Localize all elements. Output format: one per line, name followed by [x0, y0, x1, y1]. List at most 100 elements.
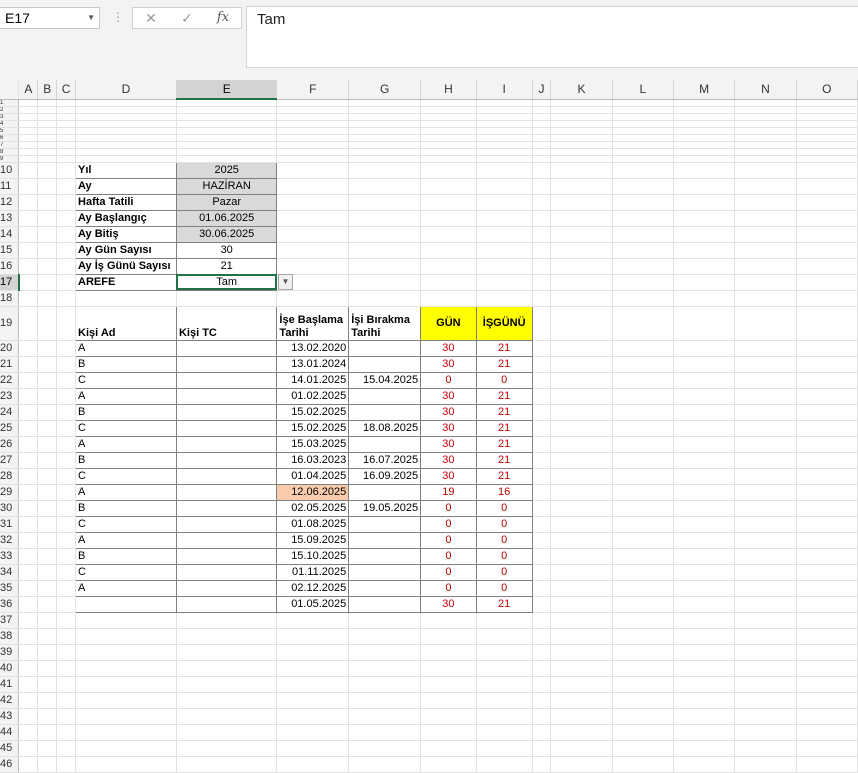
cell-n23[interactable] [734, 388, 797, 405]
tc-cell[interactable] [175, 595, 278, 613]
param-label[interactable]: Hafta Tatili [75, 193, 177, 211]
cell-f10[interactable] [276, 162, 350, 179]
cell-n31[interactable] [734, 516, 797, 533]
cell-e3[interactable] [176, 113, 278, 121]
cell-k39[interactable] [550, 644, 613, 661]
row-header-7[interactable]: 7 [0, 141, 20, 149]
cell-i37[interactable] [476, 612, 533, 629]
cell-c13[interactable] [56, 210, 77, 227]
cell-b12[interactable] [37, 194, 58, 211]
cell-b1[interactable] [37, 99, 58, 107]
row-header-3[interactable]: 3 [0, 113, 20, 121]
cell-a6[interactable] [18, 134, 39, 142]
cell-b2[interactable] [37, 106, 58, 114]
cell-d8[interactable] [75, 148, 177, 156]
column-header-g[interactable]: G [348, 80, 422, 100]
workdays-cell[interactable]: 21 [475, 435, 533, 453]
cell-b46[interactable] [37, 756, 58, 773]
cell-j6[interactable] [532, 134, 552, 142]
cell-a5[interactable] [18, 127, 39, 135]
tc-cell[interactable] [175, 467, 278, 485]
cell-a42[interactable] [18, 692, 39, 709]
name-cell[interactable]: B [75, 355, 177, 373]
cell-o36[interactable] [796, 596, 858, 613]
cell-l19[interactable] [612, 306, 674, 341]
cell-a33[interactable] [18, 548, 39, 565]
cell-c6[interactable] [56, 134, 77, 142]
cell-b7[interactable] [37, 141, 58, 149]
cell-o34[interactable] [796, 564, 858, 581]
cell-c28[interactable] [56, 468, 77, 485]
cell-k4[interactable] [550, 120, 613, 128]
cell-k3[interactable] [550, 113, 613, 121]
workdays-cell[interactable]: 0 [475, 563, 533, 581]
cell-n6[interactable] [734, 134, 797, 142]
cell-m45[interactable] [673, 740, 736, 757]
cell-f45[interactable] [276, 740, 350, 757]
cell-j44[interactable] [532, 724, 552, 741]
workdays-cell[interactable]: 21 [475, 403, 533, 421]
cell-i3[interactable] [476, 113, 533, 121]
days-cell[interactable]: 30 [420, 419, 477, 437]
param-value[interactable]: 21 [175, 257, 278, 275]
cell-n44[interactable] [734, 724, 797, 741]
cell-l45[interactable] [612, 740, 674, 757]
param-value[interactable]: 2025 [175, 161, 278, 179]
cell-a7[interactable] [18, 141, 39, 149]
cell-l31[interactable] [612, 516, 674, 533]
row-header-8[interactable]: 8 [0, 148, 20, 156]
cell-d41[interactable] [75, 676, 177, 693]
cell-h38[interactable] [420, 628, 477, 645]
cell-i45[interactable] [476, 740, 533, 757]
cell-h5[interactable] [420, 127, 477, 135]
cell-b3[interactable] [37, 113, 58, 121]
cell-g11[interactable] [348, 178, 422, 195]
cell-l11[interactable] [612, 178, 674, 195]
cell-l10[interactable] [612, 162, 674, 179]
insert-function-icon[interactable]: fx [213, 10, 233, 25]
cell-i2[interactable] [476, 106, 533, 114]
cell-b29[interactable] [37, 484, 58, 501]
cell-k35[interactable] [550, 580, 613, 597]
cell-c7[interactable] [56, 141, 77, 149]
cell-j39[interactable] [532, 644, 552, 661]
cell-n34[interactable] [734, 564, 797, 581]
header-kisi-tc[interactable]: Kişi TC [175, 305, 278, 341]
cell-e5[interactable] [176, 127, 278, 135]
cell-o3[interactable] [796, 113, 858, 121]
cell-o22[interactable] [796, 372, 858, 389]
name-cell[interactable] [75, 595, 177, 613]
cell-a10[interactable] [18, 162, 39, 179]
cell-c15[interactable] [56, 242, 77, 259]
cell-i6[interactable] [476, 134, 533, 142]
cell-k43[interactable] [550, 708, 613, 725]
cell-g43[interactable] [348, 708, 422, 725]
cell-o26[interactable] [796, 436, 858, 453]
cell-e39[interactable] [176, 644, 278, 661]
cell-m18[interactable] [673, 290, 736, 307]
cell-g44[interactable] [348, 724, 422, 741]
cell-j31[interactable] [532, 516, 552, 533]
param-value[interactable]: Pazar [175, 193, 278, 211]
cancel-icon[interactable]: ✕ [141, 10, 161, 27]
cell-f4[interactable] [276, 120, 350, 128]
cell-b45[interactable] [37, 740, 58, 757]
formula-input[interactable]: Tam [246, 6, 858, 68]
row-header-1[interactable]: 1 [0, 99, 20, 107]
cell-g9[interactable] [348, 155, 422, 163]
cell-e7[interactable] [176, 141, 278, 149]
tc-cell[interactable] [175, 563, 278, 581]
cell-c42[interactable] [56, 692, 77, 709]
cell-c30[interactable] [56, 500, 77, 517]
cell-k14[interactable] [550, 226, 613, 243]
cell-m24[interactable] [673, 404, 736, 421]
cell-i46[interactable] [476, 756, 533, 773]
cell-l24[interactable] [612, 404, 674, 421]
cell-j40[interactable] [532, 660, 552, 677]
cell-c26[interactable] [56, 436, 77, 453]
cell-k1[interactable] [550, 99, 613, 107]
cell-o30[interactable] [796, 500, 858, 517]
cell-n33[interactable] [734, 548, 797, 565]
cell-l32[interactable] [612, 532, 674, 549]
cell-j10[interactable] [532, 162, 552, 179]
